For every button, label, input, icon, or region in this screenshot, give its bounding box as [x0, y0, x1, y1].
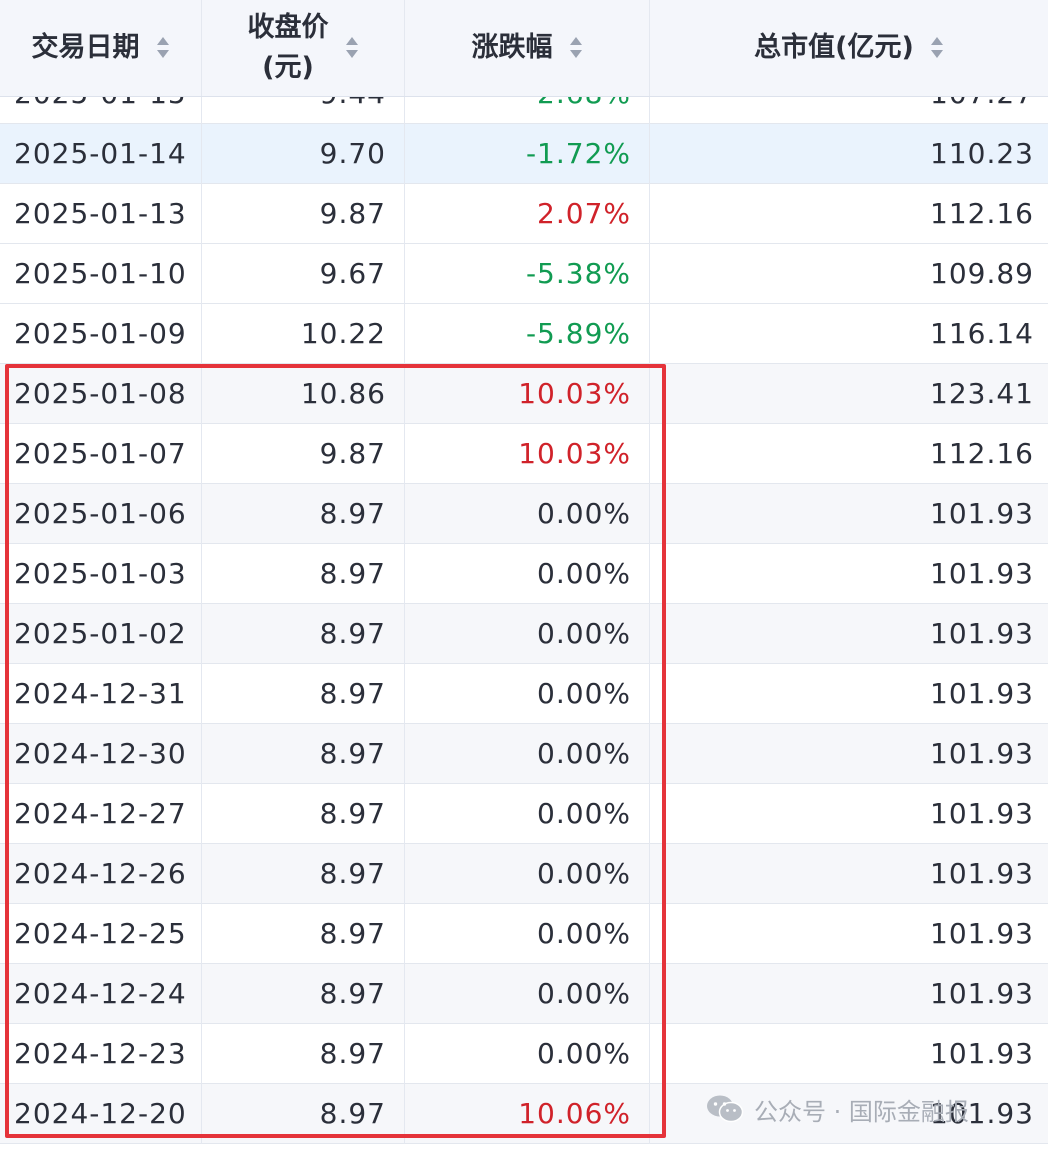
wechat-icon	[706, 1094, 744, 1124]
table-row[interactable]: 2025-01-13 9.87 2.07% 112.16	[0, 184, 1048, 244]
cell-date: 2025-01-14	[0, 124, 202, 184]
watermark: 公众号 · 国际金融报	[706, 1088, 969, 1130]
column-header-price[interactable]: 收盘价 (元)	[202, 0, 405, 96]
column-header-market-cap[interactable]: 总市值(亿元)	[650, 0, 1048, 96]
table-row[interactable]: 2025-01-09 10.22 -5.89% 116.14	[0, 304, 1048, 364]
watermark-text: 公众号 · 国际金融报	[754, 1097, 969, 1126]
cell-price: 9.87	[202, 184, 405, 244]
column-header-change[interactable]: 涨跌幅	[405, 0, 650, 96]
cell-mcap: 101.93	[930, 977, 1034, 1010]
table-header: 交易日期 收盘价 (元) 涨跌幅 总市值(亿元)	[0, 0, 1048, 97]
cell-price: 10.22	[202, 304, 405, 364]
cell-mcap: 101.93	[930, 677, 1034, 710]
sort-icon[interactable]	[156, 35, 170, 61]
cell-mcap: 101.93	[930, 617, 1034, 650]
cell-mcap: 101.93	[930, 497, 1034, 530]
cell-date: 2025-01-10	[0, 244, 202, 304]
highlight-box	[5, 364, 666, 1138]
cell-mcap: 101.93	[930, 1037, 1034, 1070]
column-header-change-label: 涨跌幅	[471, 32, 553, 63]
sort-icon[interactable]	[345, 35, 359, 61]
cell-change: 2.07%	[405, 184, 650, 244]
cell-date: 2025-01-09	[0, 304, 202, 364]
cell-mcap: 101.93	[930, 797, 1034, 830]
cell-change: -5.38%	[405, 244, 650, 304]
column-header-date-label: 交易日期	[31, 32, 140, 63]
price-label-line1: 收盘价	[247, 12, 329, 43]
cell-price: 9.70	[202, 124, 405, 184]
column-header-date[interactable]: 交易日期	[0, 0, 202, 96]
cell-mcap: 101.93	[930, 917, 1034, 950]
sort-icon[interactable]	[569, 35, 583, 61]
cell-mcap: 101.93	[930, 557, 1034, 590]
column-header-market-cap-label: 总市值(亿元)	[754, 32, 914, 63]
cell-mcap: 109.89	[930, 257, 1034, 290]
cell-price: 9.67	[202, 244, 405, 304]
cell-mcap: 116.14	[930, 317, 1034, 350]
cell-change: -1.72%	[405, 124, 650, 184]
cell-mcap: 123.41	[930, 377, 1034, 410]
cell-mcap: 101.93	[930, 737, 1034, 770]
cell-mcap: 101.93	[930, 857, 1034, 890]
table-row[interactable]: 2025-01-10 9.67 -5.38% 109.89	[0, 244, 1048, 304]
column-header-price-label: 收盘价 (元)	[248, 8, 329, 88]
sort-icon[interactable]	[930, 35, 944, 61]
price-label-line2: (元)	[262, 52, 314, 83]
cell-mcap: 112.16	[930, 197, 1034, 230]
table-row[interactable]: 2025-01-14 9.70 -1.72% 110.23	[0, 124, 1048, 184]
cell-date: 2025-01-13	[0, 184, 202, 244]
cell-mcap: 110.23	[930, 137, 1034, 170]
cell-change: -5.89%	[405, 304, 650, 364]
cell-mcap: 112.16	[930, 437, 1034, 470]
